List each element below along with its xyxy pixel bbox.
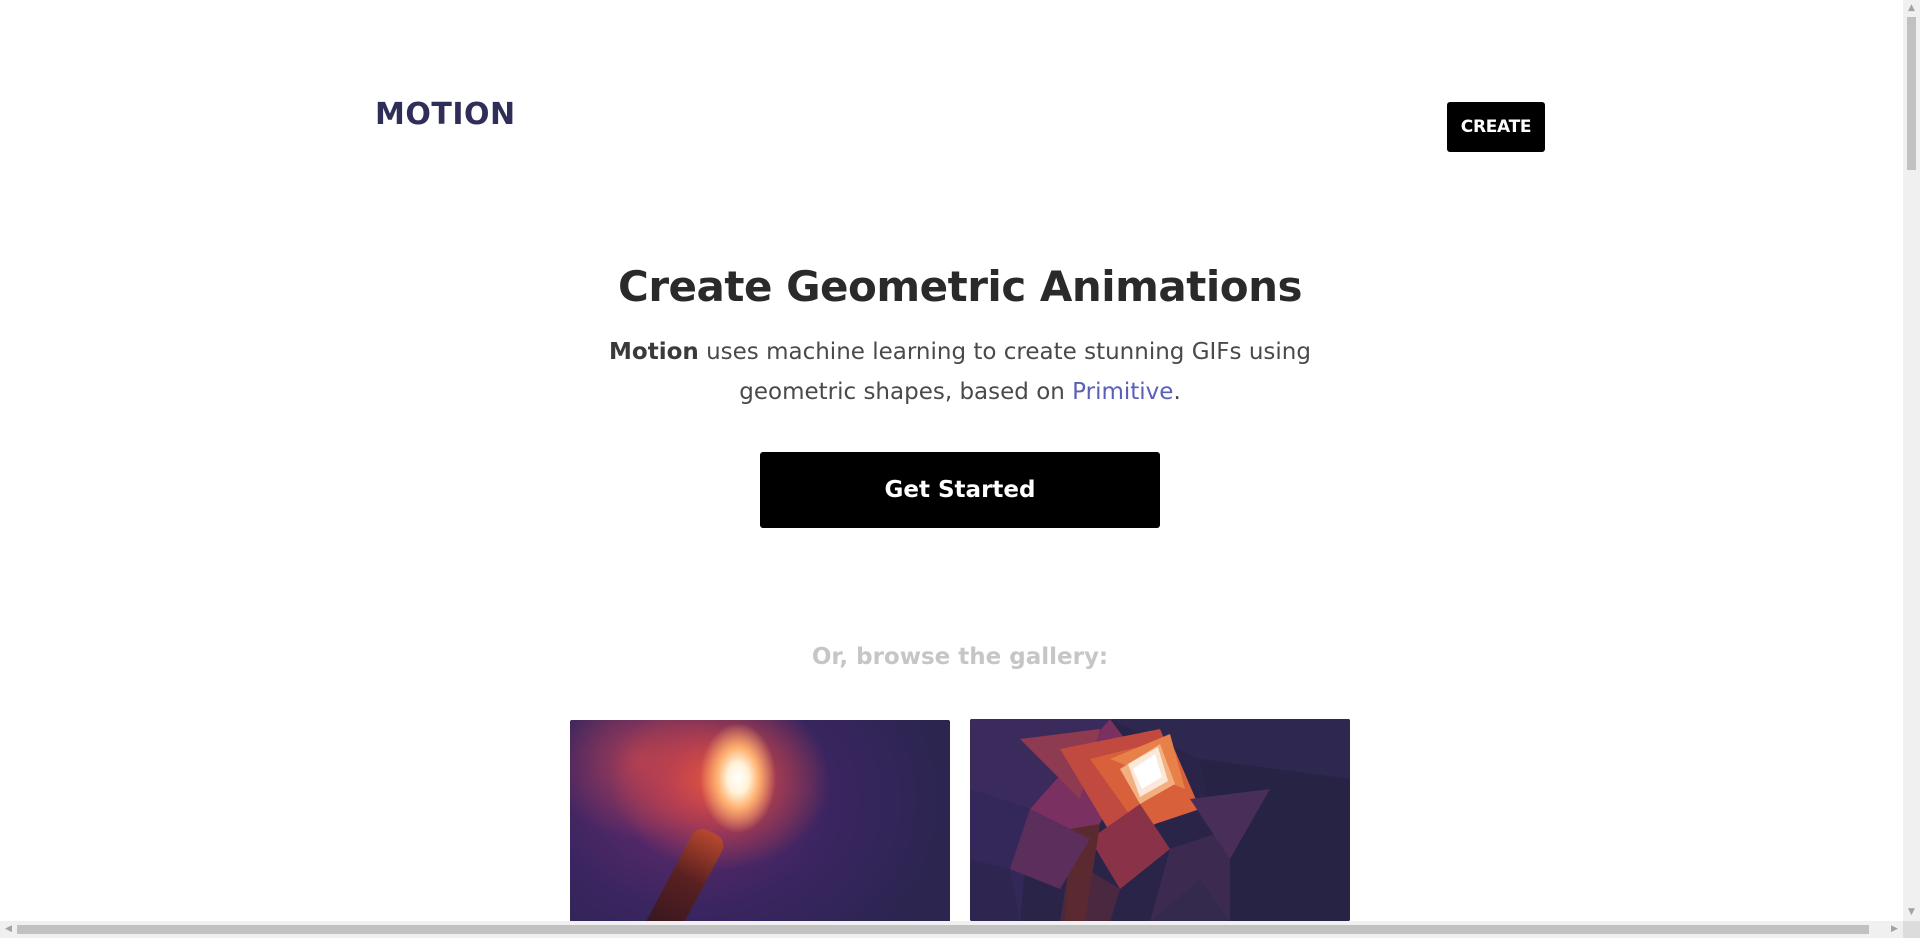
gallery-item-original[interactable] [570,720,950,921]
brand-name: Motion [609,339,699,365]
primitive-link[interactable]: Primitive [1072,379,1173,405]
horizontal-scrollbar[interactable]: ◀ ▶ [0,921,1903,938]
scroll-right-icon[interactable]: ▶ [1886,921,1903,938]
subtitle-text: uses machine learning to create stunning… [698,339,1311,405]
get-started-button[interactable]: Get Started [760,452,1160,528]
geometric-flare-image [970,719,1350,921]
subtitle-period: . [1173,379,1181,405]
site-logo[interactable]: MOTION [375,97,516,132]
vertical-scrollbar[interactable]: ▲ ▼ [1903,0,1920,921]
vertical-scroll-thumb[interactable] [1907,17,1916,170]
gallery-item-geometric[interactable] [970,719,1350,921]
gallery-prompt: Or, browse the gallery: [811,644,1109,670]
hero-title: Create Geometric Animations [618,262,1302,311]
create-button[interactable]: CREATE [1447,102,1545,152]
horizontal-scroll-thumb[interactable] [17,925,1869,934]
browser-viewport: MOTION CREATE Create Geometric Animation… [0,0,1920,938]
hero-subtitle: Motion uses machine learning to create s… [560,332,1360,412]
page: MOTION CREATE Create Geometric Animation… [0,0,1903,921]
scroll-left-icon[interactable]: ◀ [0,921,17,938]
scroll-down-icon[interactable]: ▼ [1903,904,1920,921]
flare-photo-image [570,720,950,921]
scroll-up-icon[interactable]: ▲ [1903,0,1920,17]
scrollbar-corner [1903,921,1920,938]
